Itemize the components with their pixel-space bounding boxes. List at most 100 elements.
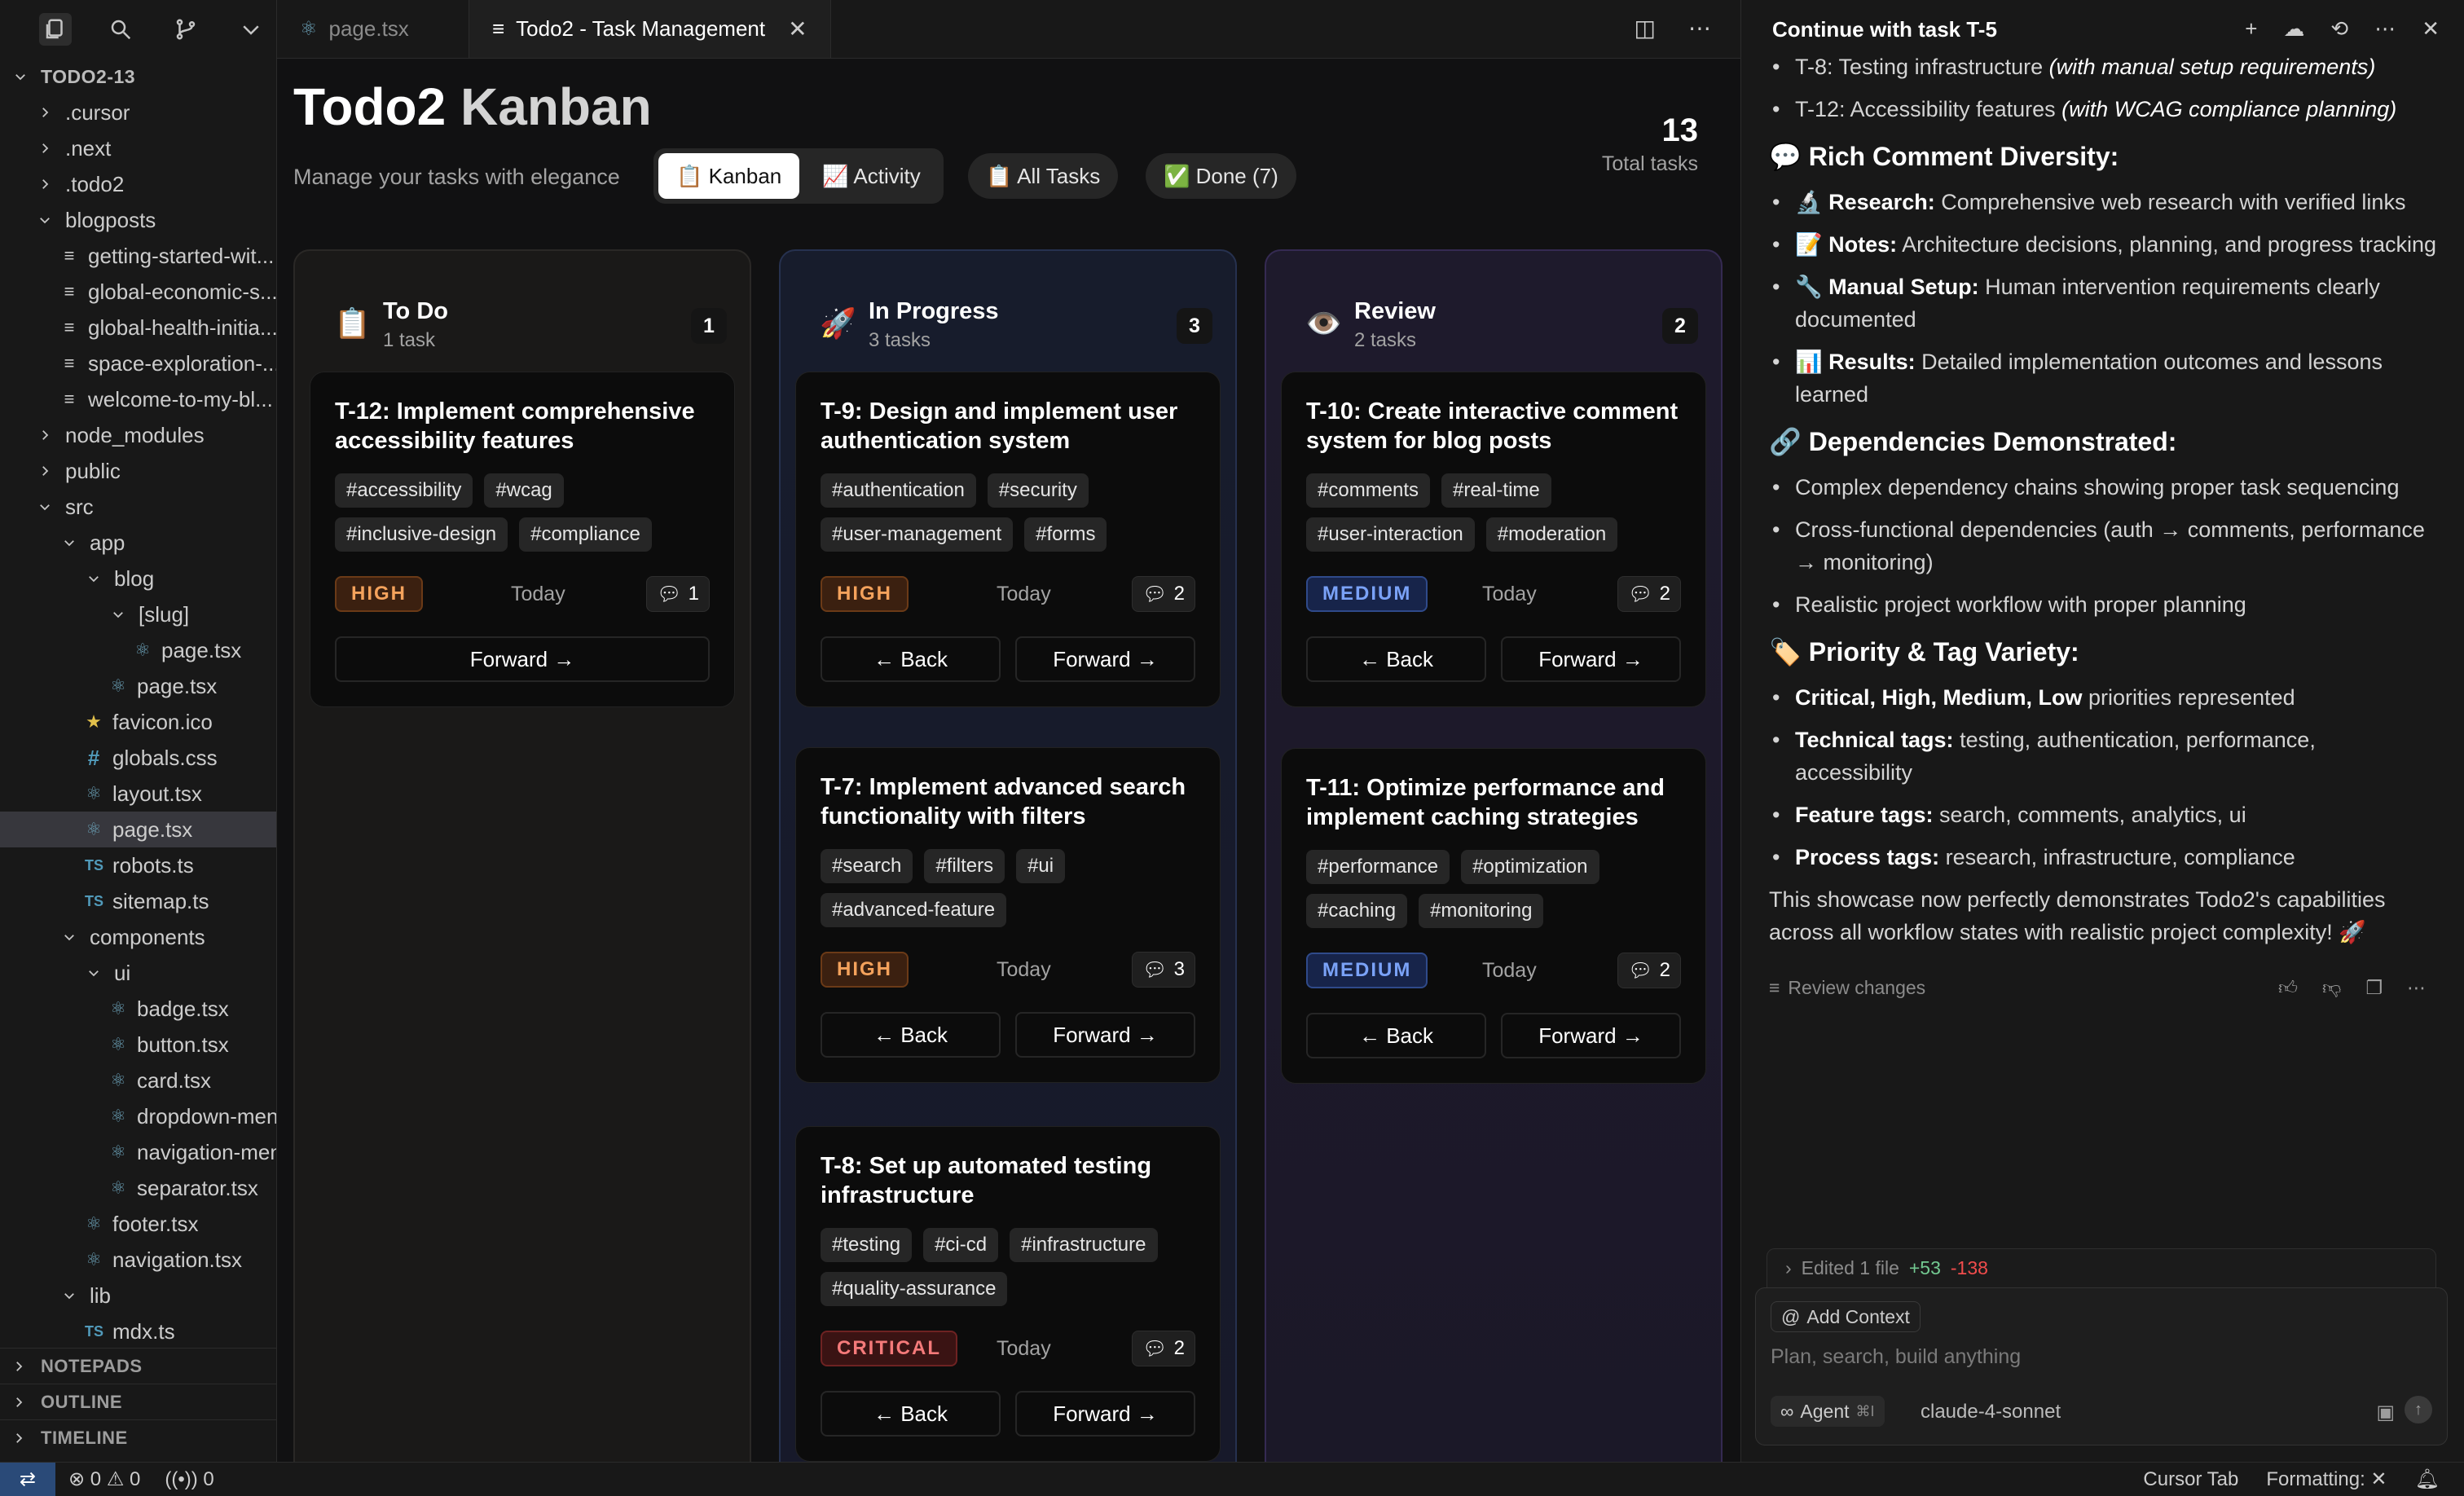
tree-file[interactable]: ≡ space-exploration-... — [0, 345, 276, 381]
tree-file[interactable]: ⚛ page.tsx — [0, 632, 276, 668]
comment-count[interactable]: 💬︎ 2 — [1617, 953, 1681, 988]
tree-file[interactable]: TS mdx.ts — [0, 1313, 276, 1349]
comment-count[interactable]: 💬︎ 1 — [646, 576, 710, 612]
more-icon[interactable]: ⋯ — [2407, 971, 2426, 1004]
tree-folder[interactable]: node_modules — [0, 417, 276, 453]
tree-folder[interactable]: .todo2 — [0, 166, 276, 202]
tree-file[interactable]: ⚛ separator.tsx — [0, 1170, 276, 1206]
comment-count[interactable]: 💬︎ 3 — [1132, 952, 1195, 988]
workspace-root[interactable]: TODO2-13 — [0, 59, 276, 95]
tree-file[interactable]: ≡ welcome-to-my-bl... — [0, 381, 276, 417]
tree-file[interactable]: # globals.css — [0, 740, 276, 776]
task-card[interactable]: T-11: Optimize performance and implement… — [1281, 748, 1706, 1084]
tree-folder[interactable]: public — [0, 453, 276, 489]
more-icon[interactable]: ⋯ — [2374, 16, 2396, 42]
tab-todo2-task-management[interactable]: ≡ Todo2 - Task Management ✕ — [469, 0, 831, 58]
close-icon[interactable]: ✕ — [788, 15, 807, 42]
tree-folder[interactable]: blog — [0, 561, 276, 596]
forward-button[interactable]: Forward → — [1015, 1391, 1195, 1437]
tree-folder[interactable]: app — [0, 525, 276, 561]
section-notepads[interactable]: NOTEPADS — [0, 1348, 277, 1384]
forward-button[interactable]: Forward → — [1501, 1013, 1681, 1058]
ports-indicator[interactable]: ((•)) 0 — [165, 1468, 213, 1491]
tree-file[interactable]: ⚛ page.tsx — [0, 812, 276, 847]
edited-files-summary[interactable]: › Edited 1 file +53 -138 — [1767, 1248, 2436, 1287]
tree-folder[interactable]: ui — [0, 955, 276, 991]
comment-count[interactable]: 💬︎ 2 — [1132, 1331, 1195, 1366]
forward-button[interactable]: Forward → — [1015, 636, 1195, 682]
view-activity-button[interactable]: 📈 Activity — [804, 153, 939, 199]
tree-folder[interactable]: [slug] — [0, 596, 276, 632]
tree-folder[interactable]: .next — [0, 130, 276, 166]
back-button[interactable]: ← Back — [1306, 1013, 1486, 1058]
tree-file[interactable]: ≡ global-economic-s... — [0, 274, 276, 310]
task-card[interactable]: T-7: Implement advanced search functiona… — [795, 747, 1221, 1083]
source-control-icon[interactable] — [169, 13, 202, 46]
tree-file[interactable]: TS sitemap.ts — [0, 883, 276, 919]
new-chat-icon[interactable]: + — [2245, 16, 2257, 42]
close-icon[interactable]: ✕ — [2422, 16, 2440, 42]
search-icon[interactable] — [104, 13, 137, 46]
tree-file[interactable]: ⚛ dropdown-menu... — [0, 1098, 276, 1134]
filter-done-button[interactable]: ✅ Done (7) — [1146, 153, 1296, 199]
tree-folder[interactable]: lib — [0, 1278, 276, 1313]
priority-badge: MEDIUM — [1306, 953, 1428, 988]
cloud-icon[interactable]: ☁ — [2283, 16, 2304, 42]
task-card[interactable]: T-8: Set up automated testing infrastruc… — [795, 1126, 1221, 1462]
task-card[interactable]: T-10: Create interactive comment system … — [1281, 372, 1706, 707]
tree-file[interactable]: ⚛ navigation-men... — [0, 1134, 276, 1170]
tree-file[interactable]: ★ favicon.ico — [0, 704, 276, 740]
forward-button[interactable]: Forward → — [1015, 1012, 1195, 1058]
tree-file[interactable]: ≡ getting-started-wit... — [0, 238, 276, 274]
tree-file[interactable]: ⚛ badge.tsx — [0, 991, 276, 1027]
send-icon[interactable]: ↑ — [2405, 1396, 2432, 1423]
image-icon[interactable]: ▣ — [2376, 1401, 2395, 1424]
remote-icon[interactable]: ⇄ — [0, 1462, 55, 1496]
task-card[interactable]: T-9: Design and implement user authentic… — [795, 372, 1221, 707]
tree-file[interactable]: ⚛ navigation.tsx — [0, 1242, 276, 1278]
problems-indicator[interactable]: ⊗ 0 ⚠ 0 — [68, 1467, 140, 1491]
view-kanban-button[interactable]: 📋 Kanban — [658, 153, 800, 199]
tree-file[interactable]: TS robots.ts — [0, 847, 276, 883]
history-icon[interactable]: ⟲ — [2330, 16, 2348, 42]
add-context-button[interactable]: @ Add Context — [1771, 1301, 1921, 1332]
more-icon[interactable]: ⋯ — [1688, 15, 1711, 42]
explorer-icon[interactable] — [39, 13, 72, 46]
back-button[interactable]: ← Back — [1306, 636, 1486, 682]
forward-button[interactable]: Forward → — [1501, 636, 1681, 682]
back-button[interactable]: ← Back — [821, 1012, 1001, 1058]
chat-input[interactable]: Plan, search, build anything — [1771, 1345, 2021, 1369]
back-button[interactable]: ← Back — [821, 636, 1001, 682]
thumbs-up-icon[interactable]: 👍︎ — [2278, 971, 2298, 1004]
agent-mode-selector[interactable]: ∞ Agent ⌘I — [1771, 1396, 1885, 1427]
tree-file[interactable]: ⚛ layout.tsx — [0, 776, 276, 812]
tree-file[interactable]: ⚛ footer.tsx — [0, 1206, 276, 1242]
tree-file[interactable]: ⚛ card.tsx — [0, 1063, 276, 1098]
thumbs-down-icon[interactable]: 👎︎ — [2322, 971, 2341, 1004]
model-selector[interactable]: claude-4-sonnet — [1921, 1401, 2061, 1423]
chevron-down-icon[interactable] — [235, 13, 267, 46]
tree-file[interactable]: ⚛ button.tsx — [0, 1027, 276, 1063]
tree-folder[interactable]: blogposts — [0, 202, 276, 238]
comment-count[interactable]: 💬︎ 2 — [1132, 576, 1195, 612]
task-card[interactable]: T-12: Implement comprehensive accessibil… — [310, 372, 735, 707]
tree-folder[interactable]: components — [0, 919, 276, 955]
tree-file[interactable]: ≡ global-health-initia... — [0, 310, 276, 345]
tab-page-tsx[interactable]: ⚛ page.tsx — [277, 0, 469, 58]
comment-count[interactable]: 💬︎ 2 — [1617, 576, 1681, 612]
chat-title[interactable]: Continue with task T-5 — [1772, 17, 1997, 42]
tree-folder[interactable]: .cursor — [0, 95, 276, 130]
formatting-status[interactable]: Formatting: ✕ — [2266, 1467, 2387, 1491]
filter-all-tasks-button[interactable]: 📋 All Tasks — [968, 153, 1119, 199]
section-outline[interactable]: OUTLINE — [0, 1384, 277, 1419]
back-button[interactable]: ← Back — [821, 1391, 1001, 1437]
forward-button[interactable]: Forward → — [335, 636, 710, 682]
bell-icon[interactable]: 🔔︎ — [2415, 1467, 2440, 1491]
review-changes-link[interactable]: Review changes — [1788, 971, 1925, 1004]
split-editor-icon[interactable]: ◫ — [1635, 15, 1656, 42]
tree-file[interactable]: ⚛ page.tsx — [0, 668, 276, 704]
copy-icon[interactable]: ❐ — [2365, 971, 2383, 1004]
section-timeline[interactable]: TIMELINE — [0, 1419, 277, 1455]
tree-folder[interactable]: src — [0, 489, 276, 525]
cursor-tab-status[interactable]: Cursor Tab — [2143, 1468, 2238, 1491]
